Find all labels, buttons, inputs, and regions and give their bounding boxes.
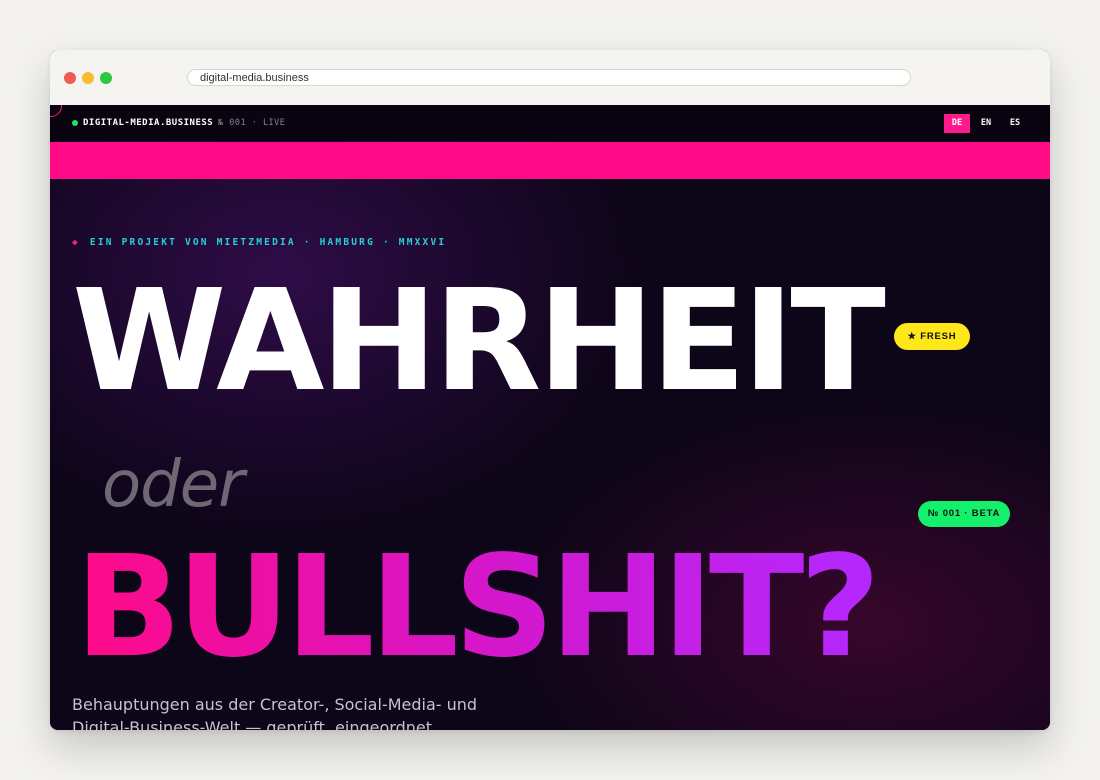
web-page: DIGITAL-MEDIA.BUSINESS № 001 · LIVE DE E… (50, 105, 1050, 730)
site-brand-link[interactable]: DIGITAL-MEDIA.BUSINESS (83, 117, 213, 129)
beta-badge: № 001 · BETA (918, 501, 1010, 527)
hero-lede: Behauptungen aus der Creator-, Social-Me… (72, 695, 478, 730)
live-status-dot-icon (72, 120, 78, 126)
hero-title-line-2: oder (102, 448, 244, 522)
hero-kicker: ◆ EIN PROJEKT VON MIETZMEDIA · HAMBURG · … (72, 237, 446, 249)
language-en-button[interactable]: EN (976, 114, 996, 133)
diamond-icon: ◆ (72, 237, 80, 248)
issue-label: № 001 · LIVE (218, 118, 286, 128)
address-bar[interactable]: digital-media.business (187, 69, 911, 86)
hero-title-line-3: BULLSHIT? (75, 526, 881, 689)
browser-window: digital-media.business DIGITAL-MEDIA.BUS… (50, 50, 1050, 730)
hero-title-line-1: WAHRHEIT (72, 260, 886, 423)
close-window-button[interactable] (64, 72, 76, 84)
maximize-window-button[interactable] (100, 72, 112, 84)
pink-banner-stripe (50, 142, 1050, 179)
top-nav: DIGITAL-MEDIA.BUSINESS № 001 · LIVE DE E… (50, 105, 1050, 141)
language-de-button[interactable]: DE (944, 114, 970, 133)
minimize-window-button[interactable] (82, 72, 94, 84)
browser-chrome: digital-media.business (50, 50, 1050, 106)
hero-kicker-text: EIN PROJEKT VON MIETZMEDIA · HAMBURG · M… (89, 237, 447, 248)
fresh-badge: ★ FRESH (894, 323, 970, 350)
ring-decoration-icon (50, 105, 62, 117)
language-es-button[interactable]: ES (1005, 114, 1025, 133)
